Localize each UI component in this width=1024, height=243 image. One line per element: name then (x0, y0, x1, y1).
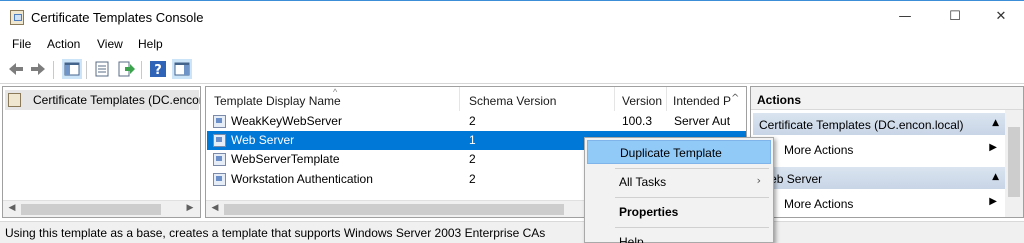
console-tree-pane: Certificate Templates (DC.encon.l ◀ ▶ (2, 86, 201, 218)
scroll-thumb[interactable] (21, 204, 161, 215)
menu-separator (615, 197, 769, 198)
context-menu: Duplicate Template All Tasks › Propertie… (584, 137, 774, 243)
submenu-arrow-icon: ▶ (989, 142, 997, 153)
template-version: 100.3 (622, 114, 653, 128)
menu-separator (615, 168, 769, 169)
actions-section-certificate-templates[interactable]: Certificate Templates (DC.encon.local) ▲ (753, 113, 1005, 135)
intended-purposes: Server Aut (674, 114, 731, 128)
scroll-right-icon[interactable]: ▶ (183, 203, 197, 213)
properties-icon[interactable] (92, 59, 112, 79)
section-title: Certificate Templates (DC.encon.local) (759, 118, 964, 132)
menu-item-help[interactable]: Help (587, 230, 771, 243)
template-name: WeakKeyWebServer (231, 114, 342, 128)
menu-file[interactable]: File (12, 37, 31, 51)
scroll-thumb[interactable] (224, 204, 564, 215)
svg-text:?: ? (154, 63, 162, 78)
menu-item-label: Properties (619, 205, 679, 219)
submenu-arrow-icon: › (756, 174, 761, 187)
template-name: Workstation Authentication (231, 172, 373, 186)
status-bar: Using this template as a base, creates a… (0, 221, 1024, 243)
table-row[interactable]: WeakKeyWebServer 2 100.3 Server Aut (207, 112, 746, 131)
maximize-button[interactable]: ☐ (933, 5, 977, 29)
certificate-template-icon (213, 173, 226, 186)
show-hide-console-tree-icon[interactable] (62, 59, 82, 79)
toolbar-separator (53, 61, 54, 79)
action-more-actions[interactable]: More Actions ▶ (753, 192, 1005, 214)
scroll-thumb[interactable] (1008, 127, 1020, 197)
menu-item-label: All Tasks (619, 175, 667, 189)
menu-item-properties[interactable]: Properties (587, 200, 771, 224)
status-text: Using this template as a base, creates a… (5, 226, 546, 240)
column-header-version[interactable]: Version (622, 94, 662, 108)
collapse-up-icon[interactable]: ▲ (992, 172, 999, 182)
actions-section-web-server[interactable]: Web Server ▲ (753, 167, 1005, 189)
action-label: More Actions (784, 143, 854, 157)
actions-pane: Actions Certificate Templates (DC.encon.… (750, 86, 1024, 218)
menu-item-duplicate-template[interactable]: Duplicate Template (587, 140, 771, 164)
back-arrow-icon[interactable] (6, 59, 26, 79)
help-icon[interactable]: ? (148, 59, 168, 79)
close-button[interactable]: ✕ (979, 5, 1023, 29)
submenu-arrow-icon: ▶ (989, 196, 997, 207)
column-header-schema-version[interactable]: Schema Version (469, 94, 556, 108)
template-name: WebServerTemplate (231, 152, 340, 166)
tree-item-label: Certificate Templates (DC.encon.l (33, 93, 201, 107)
menu-action[interactable]: Action (47, 37, 80, 51)
title-bar: Certificate Templates Console — ☐ ✕ (0, 0, 1024, 32)
schema-version: 2 (469, 152, 476, 166)
show-hide-action-pane-icon[interactable] (172, 59, 192, 79)
scroll-left-icon[interactable]: ◀ (5, 203, 19, 213)
certificate-template-icon (213, 115, 226, 128)
collapse-up-icon[interactable]: ▲ (992, 118, 999, 128)
certificate-templates-icon (8, 93, 21, 107)
menu-item-all-tasks[interactable]: All Tasks › (587, 170, 771, 194)
menu-view[interactable]: View (97, 37, 123, 51)
toolbar-separator (86, 61, 87, 79)
certificate-template-icon (213, 134, 226, 147)
actions-header: Actions (751, 87, 1023, 110)
tree-item-certificate-templates[interactable]: Certificate Templates (DC.encon.l (5, 90, 201, 110)
forward-arrow-icon[interactable] (28, 59, 48, 79)
column-divider[interactable] (666, 87, 667, 111)
actions-title: Actions (757, 93, 802, 107)
tree-horizontal-scrollbar[interactable]: ◀ ▶ (3, 200, 200, 217)
action-more-actions[interactable]: More Actions ▶ (753, 138, 1005, 160)
menu-item-label: Duplicate Template (620, 146, 722, 160)
scroll-left-icon[interactable]: ◀ (208, 203, 222, 213)
template-name: Web Server (231, 133, 295, 147)
certificate-console-icon (10, 10, 24, 25)
actions-vertical-scrollbar[interactable] (1005, 110, 1023, 217)
toolbar: ? (0, 56, 1024, 84)
window-title: Certificate Templates Console (31, 10, 204, 25)
action-label: More Actions (784, 197, 854, 211)
column-divider[interactable] (459, 87, 460, 111)
column-header-intended-purposes[interactable]: Intended P (673, 94, 731, 108)
column-header-template-display-name[interactable]: Template Display Name (214, 94, 341, 108)
scroll-up-icon[interactable]: ^ (731, 93, 739, 104)
certificate-template-icon (213, 153, 226, 166)
menu-item-label: Help (619, 235, 644, 243)
schema-version: 1 (469, 133, 476, 147)
menu-separator (615, 227, 769, 228)
schema-version: 2 (469, 172, 476, 186)
sort-ascending-icon: ^ (333, 87, 338, 97)
schema-version: 2 (469, 114, 476, 128)
export-list-icon[interactable] (116, 59, 136, 79)
minimize-button[interactable]: — (883, 5, 927, 29)
column-divider[interactable] (614, 87, 615, 111)
menu-help[interactable]: Help (138, 37, 163, 51)
toolbar-separator (141, 61, 142, 79)
